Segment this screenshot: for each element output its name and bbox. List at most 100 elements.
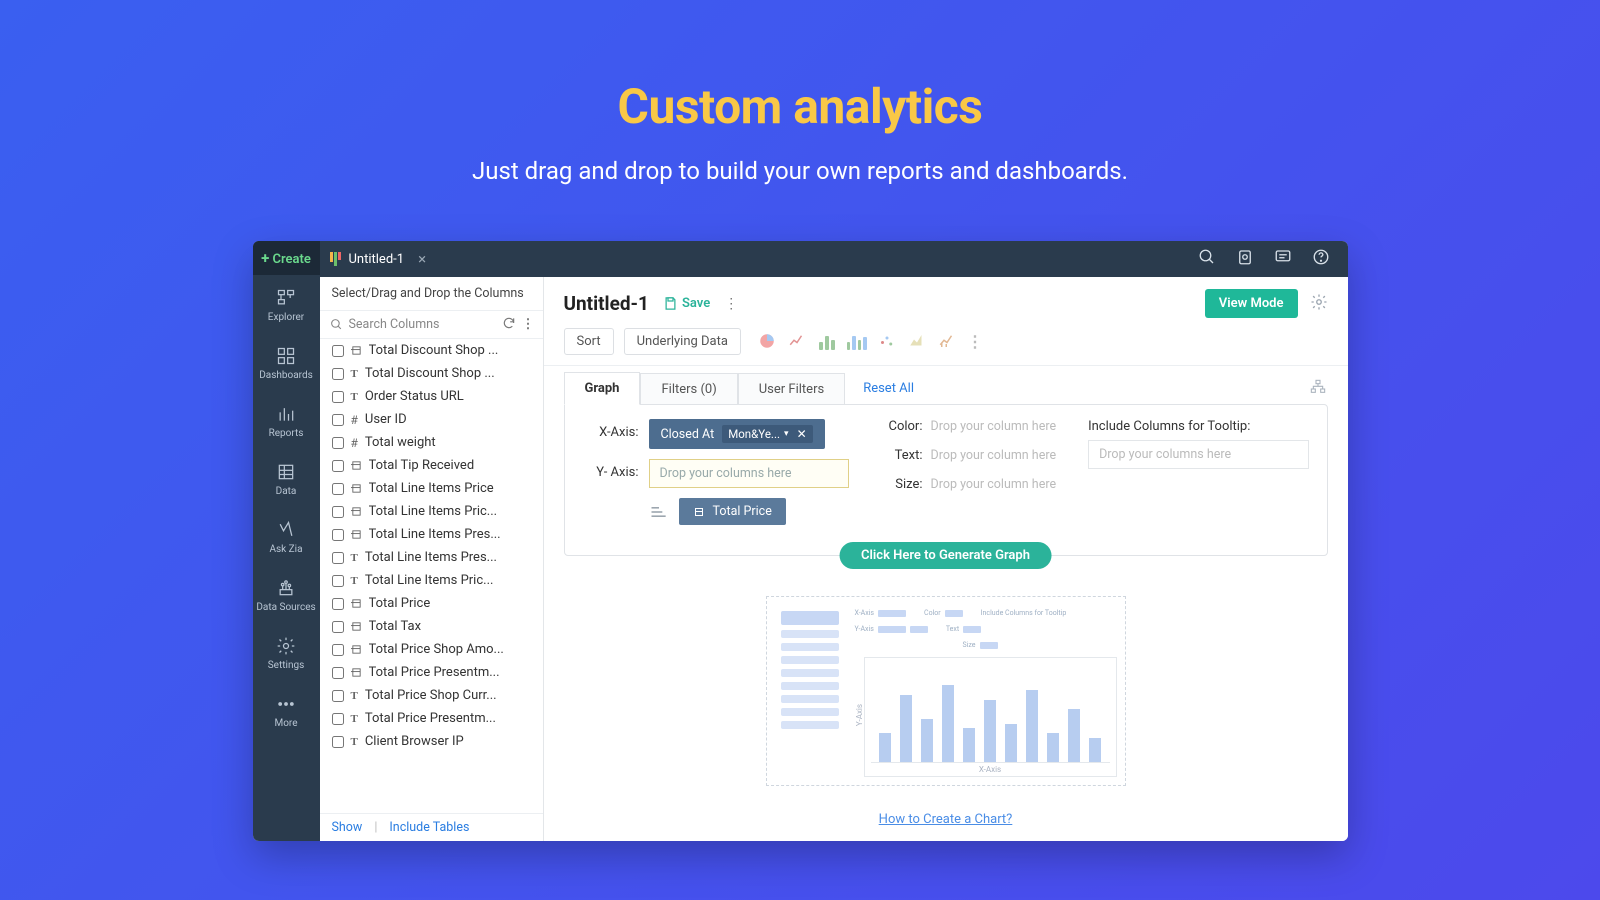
column-checkbox[interactable] xyxy=(332,437,344,449)
clipboard-icon[interactable] xyxy=(1236,248,1254,270)
nav-data[interactable]: Data xyxy=(253,449,320,507)
xaxis-chip[interactable]: Closed At Mon&Ye...▾✕ xyxy=(649,419,825,449)
column-item[interactable]: Total Price Shop Amo... xyxy=(320,638,543,661)
document-tab[interactable]: Untitled-1 × xyxy=(320,241,443,277)
app-window: Untitled-1 × + Create Explorer Dashboard… xyxy=(253,241,1348,841)
column-item[interactable]: TOrder Status URL xyxy=(320,385,543,408)
column-checkbox[interactable] xyxy=(332,690,344,702)
column-item[interactable]: Total Tax xyxy=(320,615,543,638)
column-item[interactable]: Total Tip Received xyxy=(320,454,543,477)
main-area: Untitled-1 Save ⋮ View Mode Sort Underly… xyxy=(544,277,1348,841)
yaxis-dropzone[interactable]: Drop your columns here xyxy=(649,459,849,488)
tab-filters[interactable]: Filters (0) xyxy=(640,373,737,405)
column-checkbox[interactable] xyxy=(332,552,344,564)
close-icon[interactable]: × xyxy=(412,250,432,268)
tooltip-dropzone[interactable]: Drop your columns here xyxy=(1088,440,1308,469)
hero-subtitle: Just drag and drop to build your own rep… xyxy=(472,157,1128,185)
column-item[interactable]: Total Line Items Pres... xyxy=(320,523,543,546)
nav-more[interactable]: More xyxy=(253,681,320,739)
show-link[interactable]: Show xyxy=(332,820,363,835)
column-checkbox[interactable] xyxy=(332,621,344,633)
chat-icon[interactable] xyxy=(1274,248,1292,270)
tooltip-label: Include Columns for Tooltip: xyxy=(1088,419,1308,434)
column-item[interactable]: Total Price Presentm... xyxy=(320,661,543,684)
nav-datasources[interactable]: Data Sources xyxy=(253,565,320,623)
sort-icon[interactable] xyxy=(649,505,669,519)
close-icon[interactable]: ✕ xyxy=(793,427,807,441)
column-checkbox[interactable] xyxy=(332,644,344,656)
column-checkbox[interactable] xyxy=(332,598,344,610)
area-chart-icon[interactable] xyxy=(907,332,927,350)
grouped-bar-icon[interactable] xyxy=(847,332,867,350)
bar-chart-icon[interactable] xyxy=(817,332,837,350)
hero-title: Custom analytics xyxy=(618,78,983,135)
more-icon[interactable]: ⋮ xyxy=(522,317,535,332)
combo-chart-icon[interactable] xyxy=(937,332,957,350)
column-item[interactable]: #Total weight xyxy=(320,431,543,454)
include-tables-link[interactable]: Include Tables xyxy=(389,820,469,835)
nav-explorer[interactable]: Explorer xyxy=(253,275,320,333)
tab-graph[interactable]: Graph xyxy=(564,372,641,405)
column-item[interactable]: Total Line Items Price xyxy=(320,477,543,500)
nav-askzia[interactable]: Ask Zia xyxy=(253,507,320,565)
column-item[interactable]: TTotal Price Shop Curr... xyxy=(320,684,543,707)
more-icon[interactable]: ⋮ xyxy=(967,332,983,351)
tab-user-filters[interactable]: User Filters xyxy=(738,373,845,405)
column-checkbox[interactable] xyxy=(332,483,344,495)
refresh-icon[interactable] xyxy=(502,316,516,334)
text-dropzone[interactable]: Drop your column here xyxy=(931,448,1057,463)
column-item[interactable]: Total Line Items Pric... xyxy=(320,500,543,523)
sort-button[interactable]: Sort xyxy=(564,328,614,355)
search-icon[interactable] xyxy=(1198,248,1216,270)
help-icon[interactable] xyxy=(1312,248,1330,270)
line-chart-icon[interactable] xyxy=(787,332,807,350)
column-item[interactable]: TTotal Line Items Pric... xyxy=(320,569,543,592)
column-item[interactable]: TTotal Price Presentm... xyxy=(320,707,543,730)
topbar: Untitled-1 × xyxy=(320,241,1348,277)
nav-reports[interactable]: Reports xyxy=(253,391,320,449)
column-checkbox[interactable] xyxy=(332,506,344,518)
scatter-chart-icon[interactable] xyxy=(877,332,897,350)
column-item[interactable]: TTotal Line Items Pres... xyxy=(320,546,543,569)
underlying-data-button[interactable]: Underlying Data xyxy=(624,328,741,355)
create-button[interactable]: + Create xyxy=(253,241,320,275)
column-checkbox[interactable] xyxy=(332,667,344,679)
column-checkbox[interactable] xyxy=(332,736,344,748)
save-button[interactable]: Save xyxy=(663,296,710,311)
view-mode-button[interactable]: View Mode xyxy=(1205,289,1298,318)
tab-title: Untitled-1 xyxy=(349,252,405,267)
hierarchy-icon[interactable] xyxy=(1308,379,1328,399)
more-icon[interactable]: ⋮ xyxy=(724,296,739,312)
nav-dashboards[interactable]: Dashboards xyxy=(253,333,320,391)
reset-all-link[interactable]: Reset All xyxy=(863,381,914,396)
gear-icon[interactable] xyxy=(1310,293,1328,315)
column-checkbox[interactable] xyxy=(332,414,344,426)
howto-link[interactable]: How to Create a Chart? xyxy=(879,812,1013,827)
column-item[interactable]: TClient Browser IP xyxy=(320,730,543,753)
column-item[interactable]: Total Price xyxy=(320,592,543,615)
left-nav: + Create Explorer Dashboards Reports Dat… xyxy=(253,241,320,841)
column-item[interactable]: Total Discount Shop ... xyxy=(320,339,543,362)
column-item[interactable]: #User ID xyxy=(320,408,543,431)
column-checkbox[interactable] xyxy=(332,575,344,587)
column-checkbox[interactable] xyxy=(332,713,344,725)
column-checkbox[interactable] xyxy=(332,345,344,357)
nav-settings[interactable]: Settings xyxy=(253,623,320,681)
column-checkbox[interactable] xyxy=(332,391,344,403)
generate-graph-button[interactable]: Click Here to Generate Graph xyxy=(839,542,1052,569)
pie-chart-icon[interactable] xyxy=(757,332,777,350)
page-title: Untitled-1 xyxy=(564,292,649,315)
chart-icon xyxy=(330,252,341,266)
xaxis-format-dropdown[interactable]: Mon&Ye...▾✕ xyxy=(722,425,812,443)
column-checkbox[interactable] xyxy=(332,368,344,380)
column-search-input[interactable]: Search Columns xyxy=(320,311,502,338)
column-checkbox[interactable] xyxy=(332,529,344,541)
chart-type-icons: ⋮ xyxy=(757,332,983,351)
yaxis-chip-dragging[interactable]: Total Price xyxy=(679,498,786,525)
color-dropzone[interactable]: Drop your column here xyxy=(931,419,1057,434)
size-dropzone[interactable]: Drop your column here xyxy=(931,477,1057,492)
chart-preview: X-Axis Color Include Columns for Tooltip… xyxy=(766,596,1126,786)
column-checkbox[interactable] xyxy=(332,460,344,472)
column-item[interactable]: TTotal Discount Shop ... xyxy=(320,362,543,385)
xaxis-label: X-Axis: xyxy=(583,419,639,440)
